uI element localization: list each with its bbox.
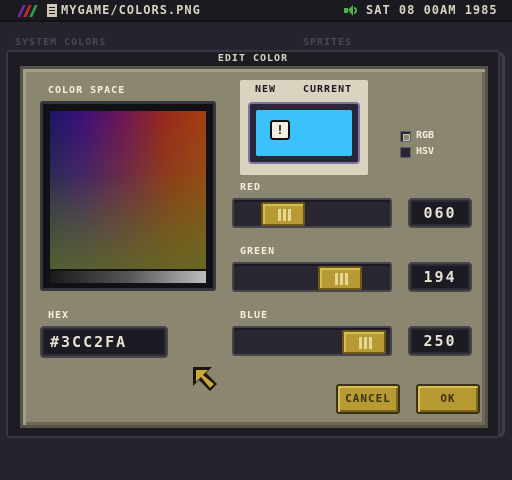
- mode-hsv-label: HSV: [416, 146, 435, 157]
- blue-label: BLUE: [240, 310, 269, 321]
- red-label: RED: [240, 182, 262, 193]
- blue-value-field[interactable]: 250: [408, 326, 472, 356]
- mouse-cursor-icon: [193, 367, 217, 391]
- file-path: MYGAME/COLORS.PNG: [61, 3, 201, 17]
- green-slider[interactable]: [232, 262, 392, 292]
- color-space-gradient[interactable]: [50, 111, 206, 269]
- sprites-window-title: SPRITES: [303, 37, 353, 48]
- hex-input[interactable]: #3CC2FA: [40, 326, 168, 358]
- dialog-title: EDIT COLOR: [217, 53, 289, 64]
- grayscale-strip[interactable]: [50, 271, 206, 283]
- blue-slider-thumb[interactable]: [342, 330, 386, 354]
- file-icon: [47, 4, 57, 17]
- system-colors-window-title: SYSTEM COLORS: [15, 37, 107, 48]
- preview-swatch: !: [256, 110, 352, 156]
- cancel-button[interactable]: CANCEL: [336, 384, 400, 414]
- green-label: GREEN: [240, 246, 276, 257]
- menu-bar: MYGAME/COLORS.PNG SAT 08 00AM 1985: [0, 0, 512, 22]
- warning-icon: !: [270, 120, 290, 140]
- blue-slider[interactable]: [232, 326, 392, 356]
- radio-icon[interactable]: [400, 131, 411, 142]
- red-slider-thumb[interactable]: [261, 202, 305, 226]
- color-preview-panel: NEW CURRENT !: [240, 80, 368, 175]
- red-slider[interactable]: [232, 198, 392, 228]
- speaker-icon[interactable]: [344, 5, 358, 16]
- green-slider-thumb[interactable]: [318, 266, 362, 290]
- color-space-picker[interactable]: [40, 101, 216, 291]
- current-label: CURRENT: [303, 84, 353, 95]
- green-value-field[interactable]: 194: [408, 262, 472, 292]
- mode-rgb-label: RGB: [416, 130, 435, 141]
- ok-button[interactable]: OK: [416, 384, 480, 414]
- radio-icon[interactable]: [400, 147, 411, 158]
- red-value-field[interactable]: 060: [408, 198, 472, 228]
- preview-swatch-frame: !: [248, 102, 360, 164]
- new-label: NEW: [255, 84, 277, 95]
- hex-label: HEX: [48, 310, 70, 321]
- clock: SAT 08 00AM 1985: [366, 3, 498, 17]
- color-space-label: COLOR SPACE: [48, 85, 126, 96]
- app-logo-icon[interactable]: [17, 5, 38, 17]
